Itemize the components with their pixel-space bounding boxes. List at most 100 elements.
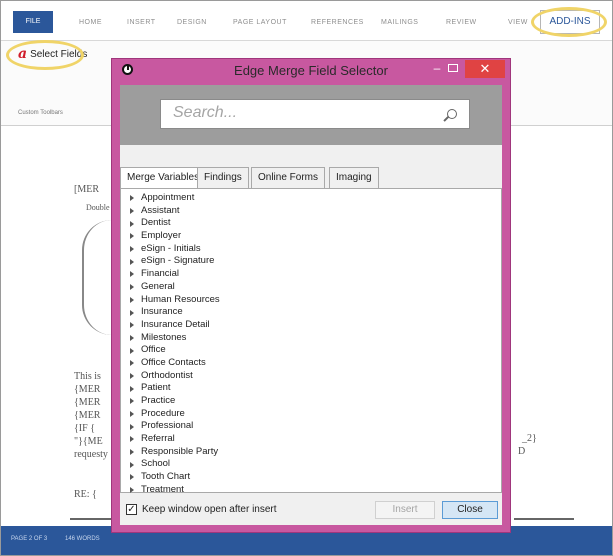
expand-arrow-icon[interactable]	[130, 411, 134, 418]
doc-text-line: {MER	[74, 384, 101, 395]
expand-arrow-icon[interactable]	[130, 461, 134, 468]
select-fields-highlight	[6, 40, 84, 70]
tree-item-label: Office Contacts	[141, 356, 206, 368]
tab-view[interactable]: VIEW	[508, 13, 528, 33]
expand-arrow-icon[interactable]	[130, 360, 134, 367]
tab-design[interactable]: DESIGN	[177, 13, 207, 33]
maximize-button[interactable]	[448, 64, 458, 72]
tree-item-label: Professional	[141, 420, 194, 432]
tree-item-label: Practice	[141, 395, 176, 406]
expand-arrow-icon[interactable]	[130, 372, 134, 379]
expand-arrow-icon[interactable]	[130, 436, 134, 443]
tree-item[interactable]: Referral	[130, 433, 220, 446]
expand-arrow-icon[interactable]	[130, 195, 134, 202]
tree-item[interactable]: Insurance Detail	[130, 319, 220, 332]
tree-item[interactable]: Milestones	[130, 332, 220, 345]
tree-item[interactable]: General	[130, 281, 220, 294]
tab-page-layout[interactable]: PAGE LAYOUT	[233, 13, 287, 33]
tree-item[interactable]: Employer	[130, 230, 220, 243]
tab-imaging[interactable]: Imaging	[329, 167, 379, 188]
expand-arrow-icon[interactable]	[130, 423, 134, 430]
tree-item[interactable]: Insurance	[130, 306, 220, 319]
tab-mailings[interactable]: MAILINGS	[381, 13, 418, 33]
doc-text-line: Double	[86, 203, 110, 212]
tree-item[interactable]: Patient	[130, 382, 220, 395]
tab-home[interactable]: HOME	[79, 13, 102, 33]
tree-item[interactable]: eSign - Initials	[130, 243, 220, 256]
expand-arrow-icon[interactable]	[130, 284, 134, 291]
doc-text-line: This is	[74, 371, 101, 382]
merge-field-selector-dialog: Edge Merge Field Selector – ✕ Search... …	[111, 58, 511, 533]
expand-arrow-icon[interactable]	[130, 233, 134, 240]
tree-item[interactable]: Practice	[130, 395, 220, 408]
dialog-titlebar[interactable]: Edge Merge Field Selector – ✕	[112, 59, 510, 81]
expand-arrow-icon[interactable]	[130, 309, 134, 316]
expand-arrow-icon[interactable]	[130, 296, 134, 303]
tree-item[interactable]: Financial	[130, 268, 220, 281]
tree-item[interactable]: Responsible Party	[130, 446, 220, 459]
tree-item[interactable]: Treatment	[130, 484, 220, 497]
expand-arrow-icon[interactable]	[130, 208, 134, 215]
tree-item[interactable]: Dentist	[130, 217, 220, 230]
close-window-button[interactable]: ✕	[465, 60, 505, 78]
tab-merge-variables[interactable]: Merge Variables	[120, 167, 207, 189]
tree-item[interactable]: School	[130, 458, 220, 471]
tree-item-label: Milestones	[141, 331, 187, 343]
minimize-button[interactable]: –	[430, 61, 444, 77]
search-input[interactable]: Search...	[160, 99, 470, 129]
doc-text-line: [MER	[74, 184, 99, 195]
tree-item-label: Human Resources	[141, 293, 220, 305]
status-word-count[interactable]: 146 WORDS	[65, 536, 100, 542]
expand-arrow-icon[interactable]	[130, 449, 134, 456]
tab-findings[interactable]: Findings	[197, 167, 249, 188]
tab-review[interactable]: REVIEW	[446, 13, 477, 33]
tab-insert[interactable]: INSERT	[127, 13, 156, 33]
status-page-count[interactable]: PAGE 2 OF 3	[11, 536, 47, 542]
search-icon[interactable]	[447, 109, 457, 119]
tab-online-forms[interactable]: Online Forms	[251, 167, 326, 188]
doc-rule-left	[70, 518, 116, 520]
insert-button[interactable]: Insert	[375, 501, 435, 519]
tree-item-label: Assistant	[141, 204, 180, 216]
tree-item[interactable]: Procedure	[130, 408, 220, 421]
expand-arrow-icon[interactable]	[130, 271, 134, 278]
expand-arrow-icon[interactable]	[130, 347, 134, 354]
tree-item[interactable]: eSign - Signature	[130, 255, 220, 268]
tree-item[interactable]: Office Contacts	[130, 357, 220, 370]
tree-item[interactable]: Orthodontist	[130, 370, 220, 383]
keep-open-checkbox[interactable]: ✓	[126, 504, 137, 515]
tree-item-label: Procedure	[141, 407, 185, 419]
tree-item-label: School	[141, 458, 171, 470]
expand-arrow-icon[interactable]	[130, 334, 134, 341]
tree-item-label: eSign - Signature	[141, 255, 215, 267]
tree-item[interactable]: Human Resources	[130, 294, 220, 307]
tree-item[interactable]: Appointment	[130, 192, 220, 205]
doc-text-line: requesty	[74, 449, 108, 460]
tree-item-label: Insurance Detail	[141, 318, 210, 330]
tab-file[interactable]: FILE	[13, 11, 53, 33]
tree-item-label: Patient	[141, 382, 171, 394]
tree-item-label: Appointment	[141, 192, 195, 203]
doc-text-line: D	[518, 446, 526, 457]
expand-arrow-icon[interactable]	[130, 398, 134, 405]
expand-arrow-icon[interactable]	[130, 474, 134, 481]
ribbon-group-label: Custom Toolbars	[18, 110, 63, 116]
tree-item[interactable]: Professional	[130, 420, 220, 433]
tree-item[interactable]: Tooth Chart	[130, 471, 220, 484]
tree-item[interactable]: Office	[130, 344, 220, 357]
keep-open-label: Keep window open after insert	[142, 504, 277, 515]
doc-text-line: _2}	[522, 433, 537, 444]
expand-arrow-icon[interactable]	[130, 246, 134, 253]
expand-arrow-icon[interactable]	[130, 258, 134, 265]
merge-variable-tree: Appointment Assistant Dentist Employer eSign…	[120, 188, 502, 495]
expand-arrow-icon[interactable]	[130, 385, 134, 392]
tab-references[interactable]: REFERENCES	[311, 13, 364, 33]
expand-arrow-icon[interactable]	[130, 487, 134, 494]
tree-item[interactable]: Assistant	[130, 205, 220, 218]
dialog-tab-strip: Merge Variables Findings Online Forms Im…	[120, 167, 502, 189]
tree-item-label: Tooth Chart	[141, 471, 191, 483]
expand-arrow-icon[interactable]	[130, 220, 134, 227]
tree-item-label: Orthodontist	[141, 369, 193, 381]
expand-arrow-icon[interactable]	[130, 322, 134, 329]
close-button[interactable]: Close	[442, 501, 498, 519]
